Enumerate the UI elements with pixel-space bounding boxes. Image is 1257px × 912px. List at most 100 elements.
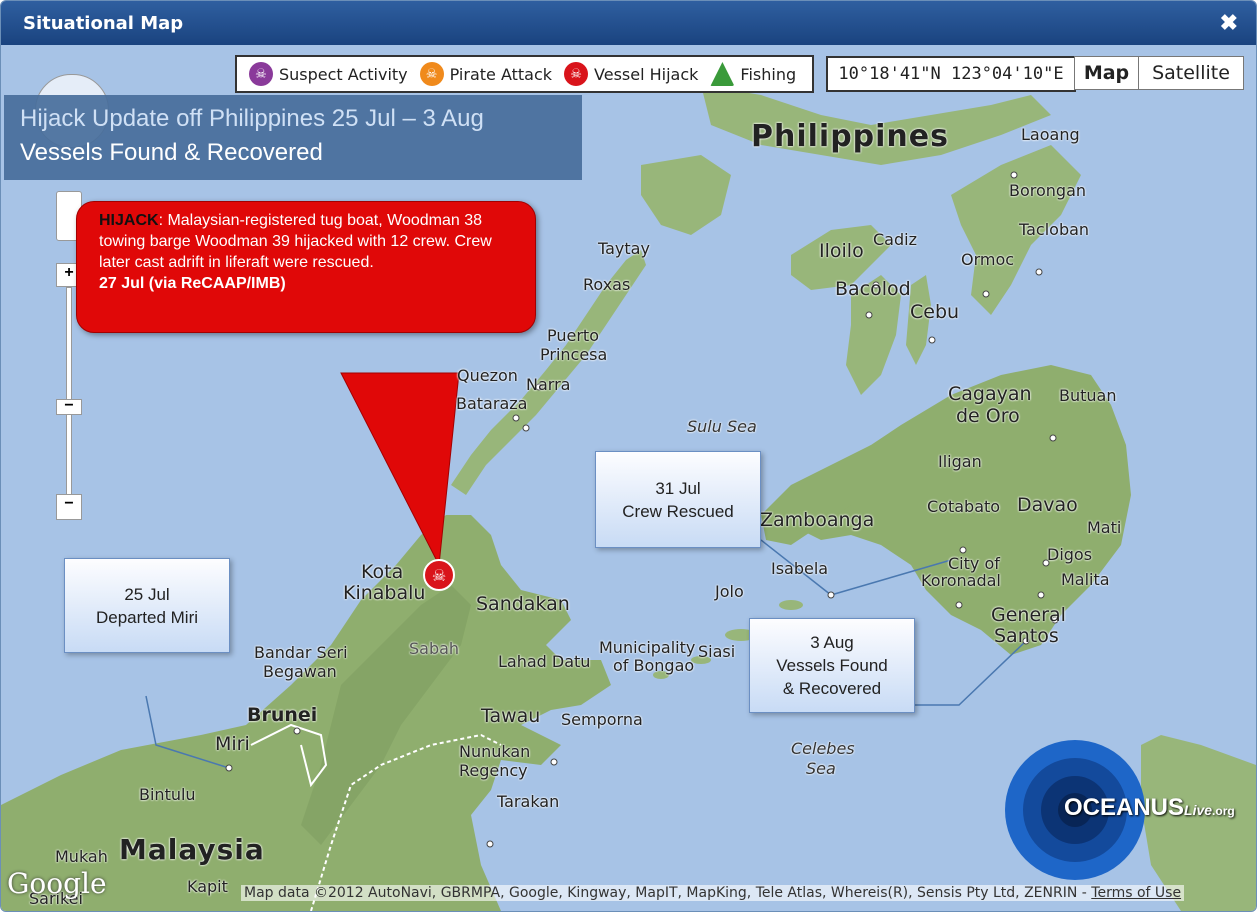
- label-butuan: Butuan: [1059, 386, 1117, 405]
- legend-label: Pirate Attack: [449, 64, 553, 84]
- label-digos: Digos: [1047, 545, 1093, 564]
- label-santos: Santos: [994, 625, 1059, 647]
- hijack-callout: HIJACK: Malaysian-registered tug boat, W…: [76, 201, 536, 333]
- skull-icon: ☠: [249, 62, 273, 86]
- legend-label: Fishing: [740, 64, 797, 84]
- legend-fishing[interactable]: Fishing: [710, 62, 796, 86]
- label-kota: Kota: [361, 561, 404, 583]
- legend-label: Vessel Hijack: [594, 64, 699, 84]
- legend-label: Suspect Activity: [279, 64, 408, 84]
- callout-source: 27 Jul (via ReCAAP/IMB): [99, 275, 286, 292]
- label-lahad-datu: Lahad Datu: [498, 652, 591, 671]
- map-attribution: Map data ©2012 AutoNavi, GBRMPA, Google,…: [241, 885, 1185, 901]
- label-bataraza: Bataraza: [456, 394, 528, 413]
- legend-pirate-attack[interactable]: ☠ Pirate Attack: [419, 62, 553, 86]
- brand-name: OCEANUS: [1064, 794, 1185, 821]
- note-vessels-recovered: 3 Aug Vessels Found & Recovered: [749, 618, 915, 713]
- note-crew-rescued: 31 Jul Crew Rescued: [595, 451, 761, 548]
- label-davao: Davao: [1017, 494, 1078, 516]
- label-mati: Mati: [1087, 518, 1122, 537]
- oceanus-logo: OCEANUSLive.org: [1004, 739, 1235, 881]
- skull-icon: ☠: [564, 62, 589, 86]
- label-sea: Sea: [806, 759, 836, 778]
- label-de-oro: de Oro: [956, 405, 1020, 427]
- label-kinabalu: Kinabalu: [343, 582, 426, 604]
- note-date: 25 Jul: [124, 584, 170, 604]
- satellite-view-button[interactable]: Satellite: [1138, 56, 1244, 90]
- label-malita: Malita: [1061, 570, 1110, 589]
- note-date: 3 Aug: [810, 633, 854, 652]
- window-title: Situational Map: [23, 13, 184, 34]
- label-cadiz: Cadiz: [873, 230, 917, 249]
- label-princesa: Princesa: [540, 345, 608, 364]
- label-tarakan: Tarakan: [497, 792, 560, 811]
- label-iloilo: Iloilo: [819, 240, 864, 262]
- label-sandakan: Sandakan: [476, 593, 570, 615]
- label-cagayan: Cagayan: [948, 383, 1032, 405]
- fish-icon: [710, 62, 735, 86]
- close-icon[interactable]: ✖: [1220, 10, 1238, 36]
- label-brunei: Brunei: [247, 704, 318, 726]
- label-cebu: Cebu: [910, 301, 960, 323]
- label-bandar-seri: Bandar Seri: [254, 643, 348, 662]
- label-celebes: Celebes: [791, 739, 855, 758]
- label-ormoc: Ormoc: [961, 250, 1015, 269]
- label-narra: Narra: [526, 375, 571, 394]
- label-borongan: Borongan: [1009, 181, 1087, 200]
- zoom-slider-handle[interactable]: −: [56, 398, 82, 415]
- label-philippines: Philippines: [751, 119, 949, 154]
- label-taytay: Taytay: [598, 239, 650, 258]
- zoom-slider-track[interactable]: [66, 287, 72, 503]
- label-koronadal: Koronadal: [921, 571, 1001, 590]
- label-roxas: Roxas: [583, 275, 631, 294]
- skull-icon: ☠: [432, 566, 446, 585]
- label-puerto: Puerto: [547, 326, 599, 345]
- situational-map-window: Situational Map ✖ ☠ Philippines Malaysia…: [0, 0, 1257, 912]
- label-nunukan: Nunukan: [459, 742, 531, 761]
- coordinates-readout: 10°18'41"N 123°04'10"E: [826, 56, 1076, 92]
- zoom-out-button[interactable]: −: [56, 494, 82, 520]
- attribution-text: Map data ©2012 AutoNavi, GBRMPA, Google,…: [244, 885, 1087, 901]
- note-departed-miri: 25 Jul Departed Miri: [64, 558, 230, 653]
- note-text: Departed Miri: [95, 607, 199, 627]
- label-zamboanga: Zamboanga: [760, 509, 875, 531]
- label-of-bongao: of Bongao: [613, 656, 695, 675]
- callout-text: : Malaysian-registered tug boat, Woodman…: [99, 212, 492, 271]
- headline-title: Hijack Update off Philippines 25 Jul – 3…: [20, 105, 484, 132]
- label-quezon: Quezon: [457, 366, 518, 385]
- legend-suspect-activity[interactable]: ☠ Suspect Activity: [249, 62, 408, 86]
- label-bintulu: Bintulu: [139, 785, 196, 804]
- label-bacolod: Bacolod: [835, 278, 911, 300]
- label-malaysia: Malaysia: [119, 833, 265, 866]
- label-kapit: Kapit: [187, 877, 228, 896]
- brand-org: .org: [1212, 804, 1235, 818]
- headline-banner: Hijack Update off Philippines 25 Jul – 3…: [4, 95, 582, 180]
- label-begawan: Begawan: [263, 662, 337, 681]
- label-iligan: Iligan: [938, 452, 982, 471]
- note-date: 31 Jul: [655, 478, 701, 498]
- legend-vessel-hijack[interactable]: ☠ Vessel Hijack: [564, 62, 698, 86]
- note-text: Crew Rescued: [622, 501, 734, 521]
- label-sulu-sea: Sulu Sea: [687, 417, 757, 436]
- label-regency: Regency: [459, 761, 528, 780]
- terms-of-use-link[interactable]: Terms of Use: [1091, 885, 1181, 901]
- label-jolo: Jolo: [715, 582, 744, 601]
- label-tacloban: Tacloban: [1019, 220, 1090, 239]
- skull-icon: ☠: [419, 62, 444, 86]
- basilan-island: [779, 600, 803, 610]
- label-cotabato: Cotabato: [927, 497, 1001, 516]
- label-tawau: Tawau: [481, 705, 541, 727]
- label-miri: Miri: [215, 733, 250, 755]
- note-text: Vessels Found: [776, 656, 888, 675]
- label-municipality: Municipality: [599, 638, 696, 657]
- label-isabela: Isabela: [771, 559, 829, 578]
- label-siasi: Siasi: [698, 642, 736, 661]
- headline-subtitle: Vessels Found & Recovered: [20, 139, 323, 166]
- label-semporna: Semporna: [561, 710, 643, 729]
- label-general: General: [991, 604, 1066, 626]
- map-view-button[interactable]: Map: [1074, 56, 1139, 90]
- legend-bar: ☠ Suspect Activity ☠ Pirate Attack ☠ Ves…: [235, 55, 814, 93]
- label-laoang: Laoang: [1021, 125, 1080, 144]
- label-mukah: Mukah: [55, 847, 108, 866]
- label-sabah: Sabah: [409, 639, 460, 658]
